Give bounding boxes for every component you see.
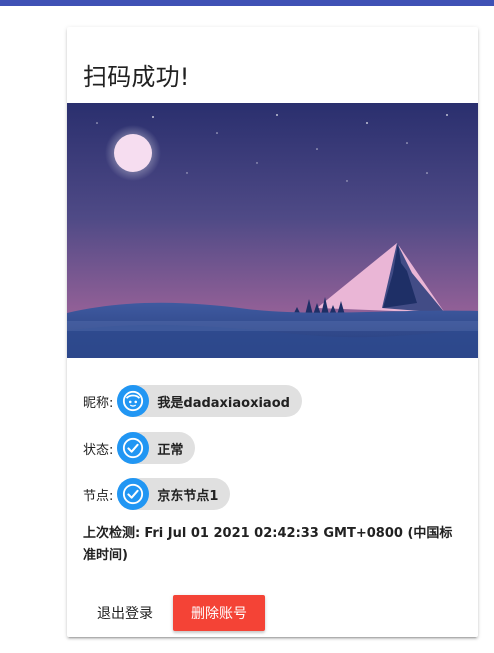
page-title: 扫码成功! [83, 63, 190, 91]
delete-account-button[interactable]: 删除账号 [173, 595, 265, 631]
face-icon [117, 385, 150, 417]
status-label: 状态: [83, 442, 114, 458]
login-success-card: 扫码成功! 昵称: 我是dadaxiaoxiaod 状态: 正常 节点: 京东节… [67, 27, 478, 637]
last-check-label: 上次检测: [83, 526, 141, 541]
logout-button[interactable]: 退出登录 [83, 595, 167, 631]
status-value: 正常 [157, 442, 184, 458]
status-row: 状态: 正常 [83, 432, 196, 464]
nickname-chip: 我是dadaxiaoxiaod [117, 385, 302, 417]
nickname-label: 昵称: [83, 395, 114, 411]
nickname-value: 我是dadaxiaoxiaod [157, 395, 290, 411]
hero-image-moon-mountain [67, 103, 478, 358]
last-check-info: 上次检测: Fri Jul 01 2021 02:42:33 GMT+0800 … [83, 523, 463, 567]
check-circle-icon [117, 432, 150, 464]
node-row: 节点: 京东节点1 [83, 478, 231, 510]
nickname-row: 昵称: 我是dadaxiaoxiaod [83, 385, 302, 417]
node-value: 京东节点1 [157, 488, 219, 504]
node-chip: 京东节点1 [117, 478, 231, 510]
app-top-bar [0, 0, 494, 6]
status-chip: 正常 [117, 432, 196, 464]
check-circle-icon [117, 478, 150, 510]
node-label: 节点: [83, 488, 114, 504]
